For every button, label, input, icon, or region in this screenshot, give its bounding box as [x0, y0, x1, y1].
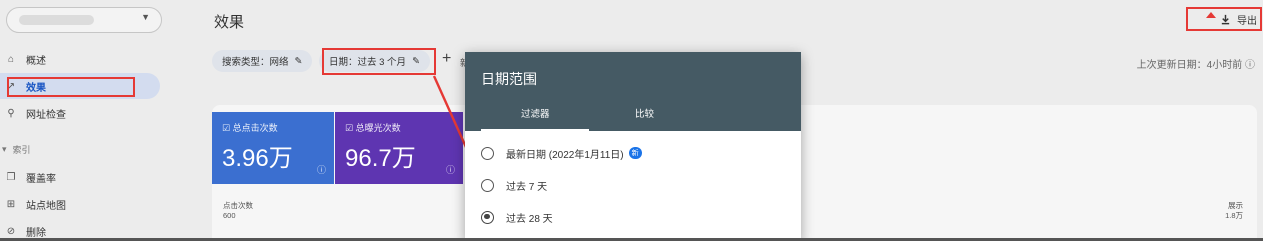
tab-indicator [481, 129, 589, 131]
radio-button[interactable] [481, 178, 494, 192]
option-label: 过去 28 天 [506, 213, 553, 225]
dialog-header: 日期范围 过滤器 比较 [465, 52, 801, 131]
option-last-7-days[interactable]: 过去 7 天 [481, 175, 547, 195]
tab-compare[interactable]: 比较 [635, 106, 654, 120]
radio-button[interactable] [481, 146, 494, 160]
option-latest-date[interactable]: 最新日期 (2022年1月11日) 新 [481, 143, 642, 163]
tab-filter[interactable]: 过滤器 [521, 106, 550, 120]
option-label: 最新日期 (2022年1月11日) [506, 149, 624, 161]
option-last-28-days[interactable]: 过去 28 天 [481, 207, 553, 227]
dialog-title: 日期范围 [481, 71, 537, 87]
option-label: 过去 7 天 [506, 181, 548, 193]
date-range-dialog: 日期范围 过滤器 比较 最新日期 (2022年1月11日) 新 过去 7 天 过… [465, 52, 801, 241]
new-badge: 新 [628, 147, 642, 159]
radio-button-selected[interactable] [481, 210, 494, 224]
